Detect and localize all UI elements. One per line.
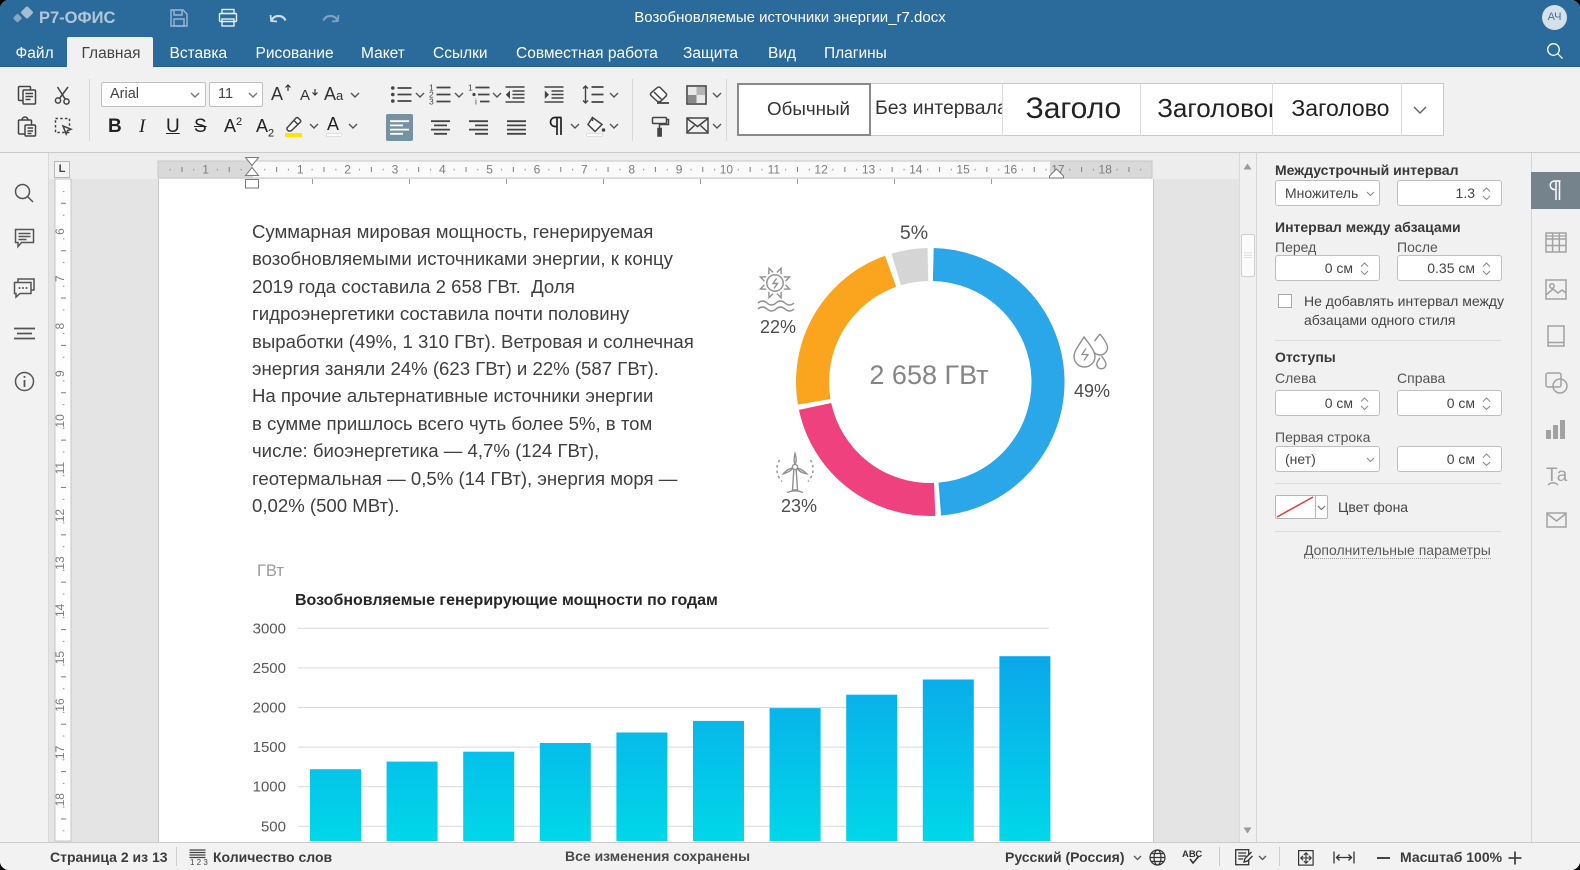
svg-text:9: 9 <box>53 370 67 377</box>
svg-text:15: 15 <box>53 651 67 665</box>
svg-text:2500: 2500 <box>253 660 286 677</box>
svg-text:1: 1 <box>202 163 209 177</box>
svg-text:14: 14 <box>53 603 67 617</box>
svg-text:1500: 1500 <box>253 739 286 756</box>
svg-text:1: 1 <box>468 83 473 93</box>
svg-text:2000: 2000 <box>253 700 286 717</box>
svg-text:15: 15 <box>956 163 970 177</box>
svg-text:22%: 22% <box>760 317 796 337</box>
svg-text:18: 18 <box>53 793 67 807</box>
svg-text:i: i <box>475 97 477 107</box>
svg-text:4: 4 <box>439 163 446 177</box>
svg-text:1: 1 <box>297 163 304 177</box>
svg-text:11: 11 <box>53 462 67 475</box>
svg-text:3000: 3000 <box>253 620 286 637</box>
svg-text:49%: 49% <box>1074 381 1110 401</box>
svg-text:5%: 5% <box>900 222 928 244</box>
svg-text:9: 9 <box>676 163 683 177</box>
svg-text:2 658 ГВт: 2 658 ГВт <box>869 360 988 390</box>
svg-text:18: 18 <box>1099 163 1113 177</box>
svg-text:23%: 23% <box>781 496 817 516</box>
svg-text:10: 10 <box>720 163 734 177</box>
svg-text:7: 7 <box>53 275 67 282</box>
svg-text:16: 16 <box>53 698 67 712</box>
svg-text:6: 6 <box>53 228 67 235</box>
svg-text:8: 8 <box>628 163 635 177</box>
svg-text:10: 10 <box>53 414 67 428</box>
svg-text:11: 11 <box>768 163 781 177</box>
svg-text:Возобновляемые генерирующие мо: Возобновляемые генерирующие мощности по … <box>295 592 718 609</box>
svg-text:АВС: АВС <box>1182 849 1202 860</box>
svg-text:2: 2 <box>344 163 351 177</box>
svg-text:14: 14 <box>909 163 923 177</box>
svg-text:6: 6 <box>534 163 541 177</box>
svg-text:8: 8 <box>53 323 67 330</box>
svg-text:Та: Та <box>1546 465 1568 486</box>
svg-text:13: 13 <box>862 163 876 177</box>
svg-text:17: 17 <box>53 745 67 759</box>
svg-text:3: 3 <box>392 163 399 177</box>
svg-text:3: 3 <box>429 97 434 107</box>
svg-text:12: 12 <box>814 163 828 177</box>
svg-text:1000: 1000 <box>253 779 286 796</box>
svg-text:13: 13 <box>53 556 67 570</box>
svg-text:12: 12 <box>53 509 67 523</box>
svg-text:1 2 3: 1 2 3 <box>190 858 208 867</box>
svg-text:500: 500 <box>261 818 286 835</box>
svg-text:7: 7 <box>581 163 588 177</box>
svg-text:ГВт: ГВт <box>257 562 284 580</box>
svg-text:5: 5 <box>486 163 493 177</box>
svg-text:16: 16 <box>1004 163 1018 177</box>
